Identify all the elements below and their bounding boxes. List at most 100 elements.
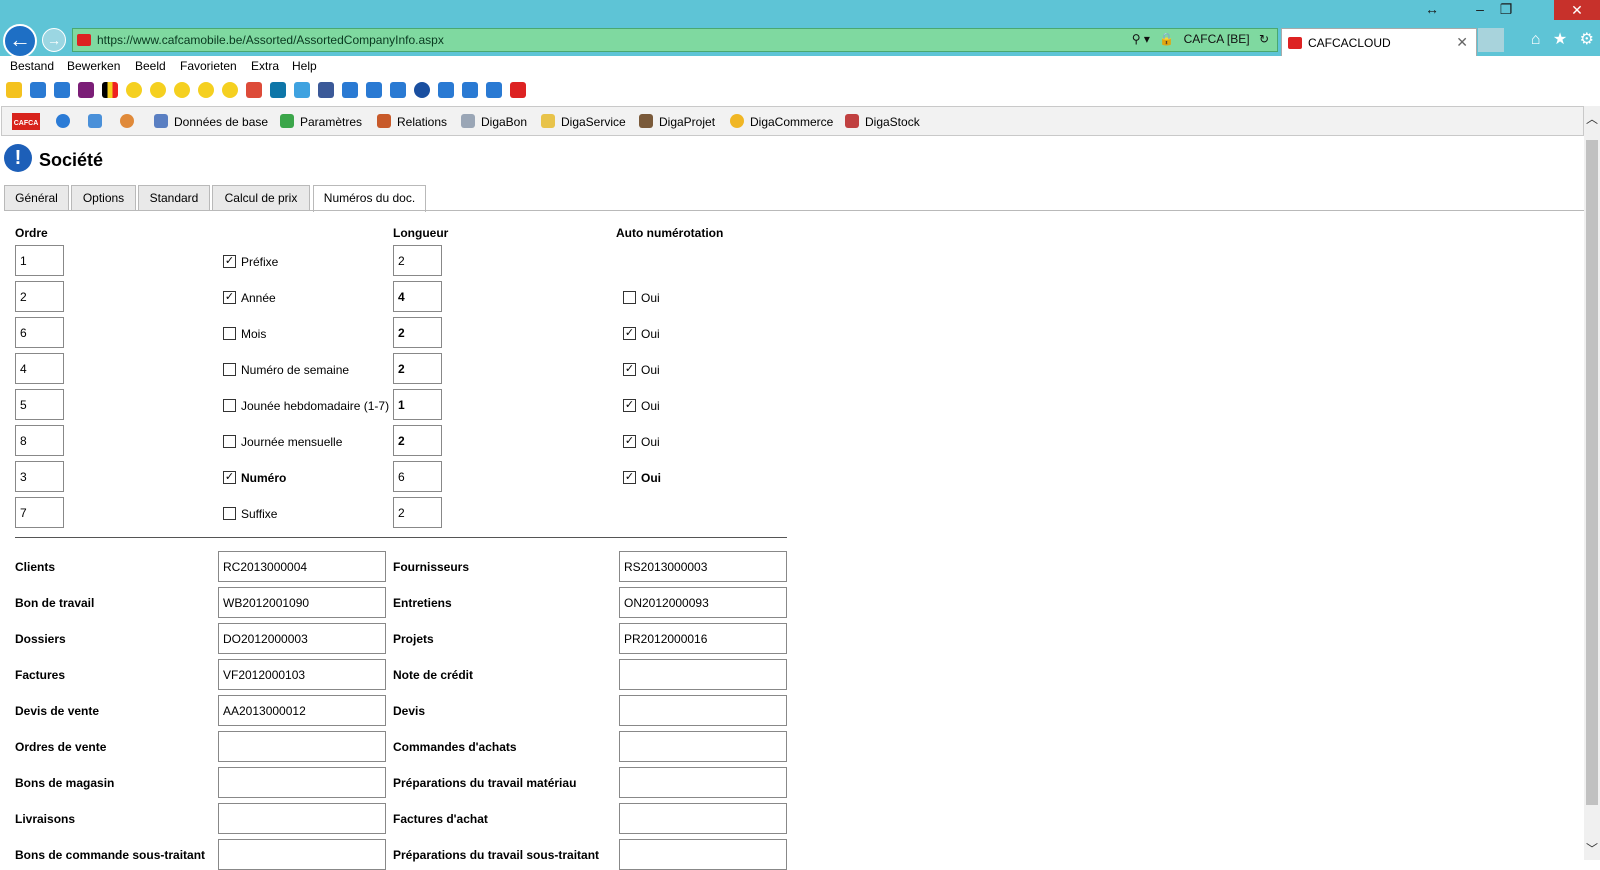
auto-number-checkbox[interactable] <box>623 291 636 304</box>
address-bar[interactable]: https://www.cafcamobile.be/Assorted/Asso… <box>72 28 1278 52</box>
ie-link-icon[interactable] <box>30 82 46 98</box>
component-checkbox[interactable] <box>223 327 236 340</box>
ie-link-icon[interactable] <box>366 82 382 98</box>
twitter-icon[interactable] <box>294 82 310 98</box>
tab-close-icon[interactable]: ✕ <box>1456 34 1468 51</box>
length-input[interactable]: 4 <box>393 281 442 312</box>
add-favorite-icon[interactable] <box>6 82 22 98</box>
document-number-input[interactable]: DO2012000003 <box>218 623 386 654</box>
component-checkbox[interactable]: ✓ <box>223 471 236 484</box>
document-number-input[interactable]: RS2013000003 <box>619 551 787 582</box>
length-input[interactable]: 6 <box>393 461 442 492</box>
scroll-thumb[interactable] <box>1586 140 1598 805</box>
menu-favorieten[interactable]: Favorieten <box>180 59 237 73</box>
menu-beeld[interactable]: Beeld <box>135 59 166 73</box>
document-number-input[interactable] <box>218 731 386 762</box>
document-number-input[interactable]: ON2012000093 <box>619 587 787 618</box>
toolbar-digacommerce[interactable]: DigaCommerce <box>730 114 833 129</box>
document-number-input[interactable] <box>619 731 787 762</box>
length-input[interactable]: 2 <box>393 497 442 528</box>
document-number-input[interactable]: VF2012000103 <box>218 659 386 690</box>
linkedin-icon[interactable] <box>270 82 286 98</box>
browser-tab[interactable]: CAFCACLOUD ✕ <box>1281 28 1477 56</box>
auto-number-checkbox[interactable]: ✓ <box>623 327 636 340</box>
toolbar-digaservice[interactable]: DigaService <box>541 114 626 129</box>
document-number-input[interactable] <box>619 839 787 870</box>
ie-link-icon[interactable] <box>54 82 70 98</box>
cafca-logo[interactable]: CAFCA <box>12 113 40 130</box>
order-input[interactable]: 6 <box>15 317 64 348</box>
length-input[interactable]: 2 <box>393 353 442 384</box>
length-input[interactable]: 2 <box>393 245 442 276</box>
menu-bestand[interactable]: Bestand <box>10 59 54 73</box>
auto-number-checkbox[interactable]: ✓ <box>623 363 636 376</box>
ie-link-icon[interactable] <box>438 82 454 98</box>
globe-icon[interactable] <box>414 82 430 98</box>
auto-number-checkbox[interactable]: ✓ <box>623 399 636 412</box>
order-input[interactable]: 3 <box>15 461 64 492</box>
yellow-link-icon[interactable] <box>222 82 238 98</box>
forward-button[interactable]: → <box>42 28 66 52</box>
tab-calcul-de-prix[interactable]: Calcul de prix <box>212 185 310 211</box>
scroll-down-icon[interactable]: ﹀ <box>1584 840 1600 858</box>
tab-options[interactable]: Options <box>71 185 136 211</box>
order-input[interactable]: 2 <box>15 281 64 312</box>
toolbar-digastock[interactable]: DigaStock <box>845 114 920 129</box>
auto-number-checkbox[interactable]: ✓ <box>623 471 636 484</box>
document-number-input[interactable]: PR2012000016 <box>619 623 787 654</box>
refresh-icon[interactable]: ↻ <box>1259 32 1269 46</box>
vertical-scrollbar[interactable]: ︿ ﹀ <box>1584 106 1600 860</box>
cafca-link-icon[interactable] <box>510 82 526 98</box>
toolbar-digabon[interactable]: DigaBon <box>461 114 527 129</box>
order-input[interactable]: 4 <box>15 353 64 384</box>
url-text[interactable]: https://www.cafcamobile.be/Assorted/Asso… <box>97 33 444 47</box>
search-icon[interactable]: ⚲ ▾ <box>1132 32 1150 46</box>
yellow-link-icon[interactable] <box>174 82 190 98</box>
google-plus-icon[interactable] <box>246 82 262 98</box>
document-number-input[interactable]: RC2013000004 <box>218 551 386 582</box>
toolbar-donnees-de-base[interactable]: Données de base <box>154 114 268 129</box>
be-flag-icon[interactable] <box>102 82 118 98</box>
h-link-icon[interactable] <box>78 82 94 98</box>
menu-help[interactable]: Help <box>292 59 317 73</box>
component-checkbox[interactable] <box>223 507 236 520</box>
toolbar-relations[interactable]: Relations <box>377 114 447 129</box>
order-input[interactable]: 1 <box>15 245 64 276</box>
document-number-input[interactable] <box>218 767 386 798</box>
length-input[interactable]: 1 <box>393 389 442 420</box>
close-window-button[interactable]: ✕ <box>1554 0 1600 20</box>
toolbar-parametres[interactable]: Paramètres <box>280 114 362 129</box>
component-checkbox[interactable]: ✓ <box>223 255 236 268</box>
tab-numeros-du-doc[interactable]: Numéros du doc. <box>313 185 426 212</box>
length-input[interactable]: 2 <box>393 425 442 456</box>
user-icon[interactable] <box>120 114 140 129</box>
component-checkbox[interactable] <box>223 363 236 376</box>
component-checkbox[interactable] <box>223 399 236 412</box>
ie-link-icon[interactable] <box>462 82 478 98</box>
globe-icon[interactable] <box>56 114 76 129</box>
home-icon[interactable]: ⌂ <box>1531 31 1541 48</box>
document-number-input[interactable] <box>218 803 386 834</box>
length-input[interactable]: 2 <box>393 317 442 348</box>
refresh-icon[interactable] <box>88 114 108 129</box>
component-checkbox[interactable]: ✓ <box>223 291 236 304</box>
site-identity[interactable]: CAFCA [BE] <box>1184 32 1250 46</box>
resize-icon[interactable]: ↔ <box>1418 0 1446 20</box>
yellow-link-icon[interactable] <box>198 82 214 98</box>
document-number-input[interactable] <box>619 767 787 798</box>
order-input[interactable]: 5 <box>15 389 64 420</box>
minimize-button[interactable]: – <box>1466 0 1494 20</box>
yellow-link-icon[interactable] <box>150 82 166 98</box>
scroll-up-icon[interactable]: ︿ <box>1584 110 1600 128</box>
tab-standard[interactable]: Standard <box>138 185 210 211</box>
document-number-input[interactable]: WB2012001090 <box>218 587 386 618</box>
auto-number-checkbox[interactable]: ✓ <box>623 435 636 448</box>
document-number-input[interactable]: AA2013000012 <box>218 695 386 726</box>
tab-general[interactable]: Général <box>4 185 69 211</box>
yellow-link-icon[interactable] <box>126 82 142 98</box>
order-input[interactable]: 8 <box>15 425 64 456</box>
lock-icon[interactable]: 🔒 <box>1159 32 1174 46</box>
facebook-icon[interactable] <box>318 82 334 98</box>
document-number-input[interactable] <box>218 839 386 870</box>
order-input[interactable]: 7 <box>15 497 64 528</box>
